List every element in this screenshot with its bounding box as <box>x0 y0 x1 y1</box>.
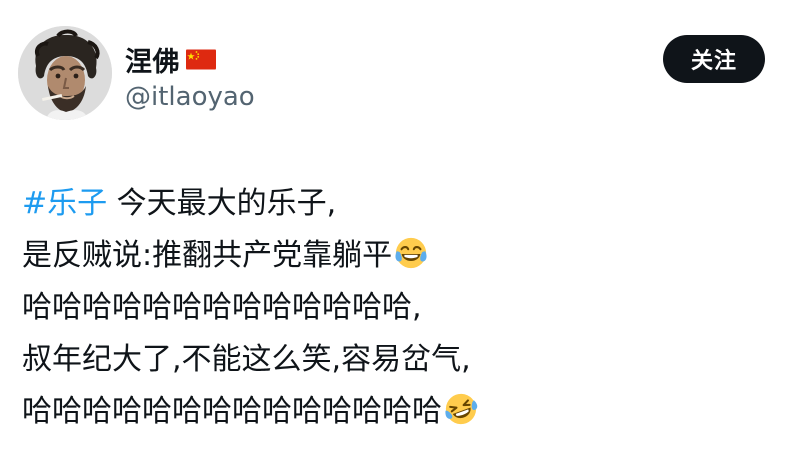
tweet-line-5: 哈哈哈哈哈哈哈哈哈哈哈哈哈哈 <box>22 386 782 438</box>
tweet-line-3: 哈哈哈哈哈哈哈哈哈哈哈哈哈, <box>22 290 422 325</box>
hashtag-link[interactable]: #乐子 <box>22 186 107 221</box>
tweet-card: 涅佛 @itlaoyao 关注 #乐子 今天最大的乐子, 是反贼说:推翻共产党靠… <box>0 0 800 450</box>
tweet-line-2-text: 是反贼说:推翻共产党靠躺平 <box>22 238 393 273</box>
tweet-line-2: 是反贼说:推翻共产党靠躺平 <box>22 230 782 282</box>
tweet-line-5-text: 哈哈哈哈哈哈哈哈哈哈哈哈哈哈 <box>22 394 442 429</box>
tweet-text: #乐子 今天最大的乐子, 是反贼说:推翻共产党靠躺平 哈哈哈哈哈哈哈哈哈哈哈哈哈… <box>22 178 782 438</box>
tweet-line-1-text: 今天最大的乐子, <box>107 186 337 221</box>
display-name[interactable]: 涅佛 <box>125 40 180 79</box>
author-handle[interactable]: @itlaoyao <box>125 82 255 112</box>
china-flag-icon <box>186 49 216 70</box>
avatar[interactable] <box>18 26 112 120</box>
tweet-line-4: 叔年纪大了,不能这么笑,容易岔气, <box>22 342 471 377</box>
rolling-on-floor-laughing-icon <box>444 392 478 426</box>
tweet-line-1: #乐子 今天最大的乐子, <box>22 178 782 230</box>
face-with-tears-of-joy-icon <box>394 236 428 270</box>
avatar-image <box>18 26 112 120</box>
author-name-row[interactable]: 涅佛 <box>125 40 216 79</box>
follow-button[interactable]: 关注 <box>663 35 765 83</box>
